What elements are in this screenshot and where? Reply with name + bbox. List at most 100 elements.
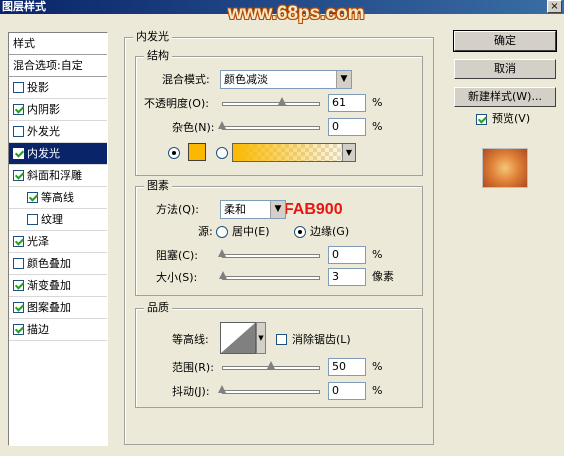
source-center-label: 居中(E) bbox=[232, 225, 270, 238]
ok-button[interactable]: 确定 bbox=[453, 30, 557, 52]
style-item-checkbox[interactable] bbox=[13, 280, 24, 291]
style-item-label: 图案叠加 bbox=[27, 300, 71, 314]
gradient-radio[interactable] bbox=[216, 147, 228, 159]
method-value: 柔和 bbox=[224, 203, 246, 216]
style-item[interactable]: 光泽 bbox=[9, 231, 107, 253]
antialias-checkbox[interactable] bbox=[276, 334, 287, 345]
method-label: 方法(Q): bbox=[156, 203, 199, 216]
source-label: 源: bbox=[198, 225, 213, 238]
style-item-checkbox[interactable] bbox=[13, 126, 24, 137]
style-item-label: 颜色叠加 bbox=[27, 256, 71, 270]
choke-slider-thumb[interactable] bbox=[218, 249, 226, 257]
preview-label: 预览(V) bbox=[492, 112, 531, 125]
style-item-checkbox[interactable] bbox=[13, 148, 24, 159]
style-item-checkbox[interactable] bbox=[27, 192, 38, 203]
style-item-checkbox[interactable] bbox=[27, 214, 38, 225]
style-item[interactable]: 内发光 bbox=[9, 143, 107, 165]
noise-slider[interactable] bbox=[222, 126, 320, 130]
blend-mode-select[interactable]: 颜色减淡 ▼ bbox=[220, 70, 352, 89]
preview-checkbox[interactable] bbox=[476, 114, 487, 125]
style-item[interactable]: 图案叠加 bbox=[9, 297, 107, 319]
noise-input[interactable]: 0 bbox=[328, 118, 366, 136]
style-item-checkbox[interactable] bbox=[13, 324, 24, 335]
style-item[interactable]: 斜面和浮雕 bbox=[9, 165, 107, 187]
jitter-slider[interactable] bbox=[222, 390, 320, 394]
choke-input[interactable]: 0 bbox=[328, 246, 366, 264]
style-preview-thumbnail bbox=[482, 148, 528, 188]
close-button[interactable]: × bbox=[547, 0, 562, 13]
style-item-checkbox[interactable] bbox=[13, 258, 24, 269]
style-item-checkbox[interactable] bbox=[13, 170, 24, 181]
style-item-label: 光泽 bbox=[27, 234, 49, 248]
size-slider-thumb[interactable] bbox=[219, 271, 228, 279]
range-label: 范围(R): bbox=[172, 361, 214, 374]
source-edge-label: 边缘(G) bbox=[310, 225, 350, 238]
range-input[interactable]: 50 bbox=[328, 358, 366, 376]
style-item-label: 纹理 bbox=[41, 212, 63, 226]
elements-title: 图素 bbox=[144, 179, 172, 193]
style-item[interactable]: 内阴影 bbox=[9, 99, 107, 121]
site-watermark: www.68ps.com bbox=[228, 3, 365, 24]
chevron-down-icon[interactable]: ▼ bbox=[256, 322, 266, 354]
size-slider[interactable] bbox=[222, 276, 320, 280]
opacity-slider-thumb[interactable] bbox=[277, 97, 286, 105]
style-item-checkbox[interactable] bbox=[13, 82, 24, 93]
style-item-checkbox[interactable] bbox=[13, 236, 24, 247]
jitter-unit: % bbox=[372, 384, 383, 397]
source-center-radio[interactable] bbox=[216, 226, 228, 238]
new-style-button[interactable]: 新建样式(W)... bbox=[454, 87, 556, 107]
chevron-down-icon: ▼ bbox=[336, 71, 351, 88]
opacity-input[interactable]: 61 bbox=[328, 94, 366, 112]
style-item[interactable]: 等高线 bbox=[9, 187, 107, 209]
opacity-slider[interactable] bbox=[222, 102, 320, 106]
contour-curve-icon bbox=[221, 323, 255, 353]
structure-group: 结构 混合模式: 颜色减淡 ▼ 不透明度(O): 61 % 杂色(N): 0 %… bbox=[135, 49, 423, 176]
choke-unit: % bbox=[372, 248, 383, 261]
glow-gradient-picker[interactable]: ▼ bbox=[232, 143, 356, 162]
chevron-down-icon: ▼ bbox=[270, 201, 285, 218]
size-unit: 像素 bbox=[372, 270, 394, 283]
choke-slider[interactable] bbox=[222, 254, 320, 258]
style-item-label: 描边 bbox=[27, 322, 49, 336]
size-input[interactable]: 3 bbox=[328, 268, 366, 286]
blend-mode-label: 混合模式: bbox=[162, 73, 210, 86]
elements-group: 图素 方法(Q): 柔和 ▼ 源: 居中(E) 边缘(G) 阻塞(C): 0 %… bbox=[135, 179, 423, 296]
blending-options[interactable]: 混合选项:自定 bbox=[9, 55, 107, 77]
cancel-button[interactable]: 取消 bbox=[454, 59, 556, 79]
chevron-down-icon: ▼ bbox=[342, 144, 355, 161]
jitter-input[interactable]: 0 bbox=[328, 382, 366, 400]
inner-glow-group: 内发光 结构 混合模式: 颜色减淡 ▼ 不透明度(O): 61 % 杂色(N):… bbox=[124, 30, 434, 445]
antialias-label: 消除锯齿(L) bbox=[292, 333, 351, 346]
style-item[interactable]: 外发光 bbox=[9, 121, 107, 143]
noise-label: 杂色(N): bbox=[172, 121, 215, 134]
style-item[interactable]: 纹理 bbox=[9, 209, 107, 231]
style-item-label: 斜面和浮雕 bbox=[27, 168, 82, 182]
source-edge-radio[interactable] bbox=[294, 226, 306, 238]
method-select[interactable]: 柔和 ▼ bbox=[220, 200, 286, 219]
opacity-label: 不透明度(O): bbox=[144, 97, 209, 110]
style-item[interactable]: 渐变叠加 bbox=[9, 275, 107, 297]
style-list: 样式 混合选项:自定 投影 内阴影外发光内发光斜面和浮雕等高线纹理光泽颜色叠加渐变… bbox=[8, 32, 108, 446]
size-label: 大小(S): bbox=[156, 271, 198, 284]
style-item-label: 渐变叠加 bbox=[27, 278, 71, 292]
style-item[interactable]: 投影 bbox=[9, 77, 107, 99]
inner-glow-title: 内发光 bbox=[133, 30, 172, 44]
solid-color-radio[interactable] bbox=[168, 147, 180, 159]
structure-title: 结构 bbox=[144, 49, 172, 63]
choke-label: 阻塞(C): bbox=[156, 249, 198, 262]
style-item[interactable]: 描边 bbox=[9, 319, 107, 341]
noise-slider-thumb[interactable] bbox=[218, 121, 226, 129]
style-item-label: 内发光 bbox=[27, 146, 60, 160]
style-item[interactable]: 颜色叠加 bbox=[9, 253, 107, 275]
style-item-checkbox[interactable] bbox=[13, 302, 24, 313]
range-slider-thumb[interactable] bbox=[267, 361, 275, 369]
glow-color-swatch[interactable] bbox=[188, 143, 206, 161]
style-list-header[interactable]: 样式 bbox=[9, 33, 107, 55]
style-item-checkbox[interactable] bbox=[13, 104, 24, 115]
jitter-slider-thumb[interactable] bbox=[218, 385, 226, 393]
contour-picker[interactable] bbox=[220, 322, 256, 354]
style-item-label: 外发光 bbox=[27, 124, 60, 138]
range-unit: % bbox=[372, 360, 383, 373]
noise-unit: % bbox=[372, 120, 383, 133]
opacity-unit: % bbox=[372, 96, 383, 109]
